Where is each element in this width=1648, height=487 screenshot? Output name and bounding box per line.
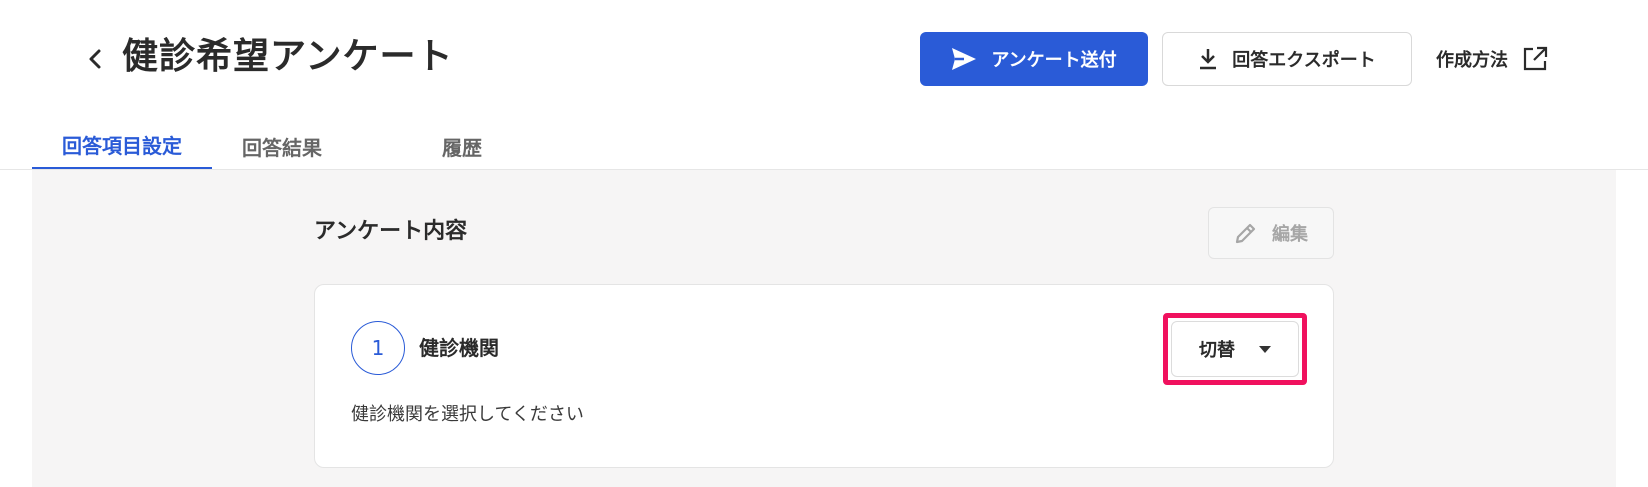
tab-history[interactable]: 履歴 — [402, 122, 522, 170]
question-card: 1 健診機関 健診機関を選択してください 切替 — [314, 284, 1334, 468]
tab-bar: 回答項目設定 回答結果 履歴 — [32, 122, 522, 170]
download-icon — [1200, 49, 1217, 70]
chevron-left-icon — [89, 49, 101, 69]
export-answers-label: 回答エクスポート — [1232, 50, 1376, 71]
edit-label: 編集 — [1272, 224, 1308, 245]
export-answers-button[interactable]: 回答エクスポート — [1162, 32, 1412, 86]
external-link-icon — [1523, 46, 1548, 71]
howto-link[interactable]: 作成方法 — [1436, 40, 1548, 78]
edit-button[interactable]: 編集 — [1208, 207, 1334, 259]
send-icon — [952, 48, 977, 70]
send-survey-label: アンケート送付 — [991, 50, 1117, 71]
page-title: 健診希望アンケート — [122, 36, 454, 77]
question-description: 健診機関を選択してください — [351, 404, 584, 425]
page-header: 健診希望アンケート アンケート送付 回答エクスポート 作成方法 回答項目設定 回… — [0, 0, 1648, 170]
question-number: 1 — [351, 321, 405, 375]
switch-label: 切替 — [1199, 340, 1235, 361]
question-title: 健診機関 — [419, 336, 499, 360]
tab-answer-settings[interactable]: 回答項目設定 — [32, 122, 212, 170]
switch-dropdown-button[interactable]: 切替 — [1171, 321, 1299, 377]
section-title: アンケート内容 — [314, 219, 468, 244]
back-button[interactable] — [80, 40, 110, 78]
pencil-icon — [1235, 223, 1256, 244]
caret-down-icon — [1259, 345, 1271, 353]
howto-label: 作成方法 — [1436, 50, 1508, 71]
tab-answer-results[interactable]: 回答結果 — [222, 122, 342, 170]
send-survey-button[interactable]: アンケート送付 — [920, 32, 1148, 86]
